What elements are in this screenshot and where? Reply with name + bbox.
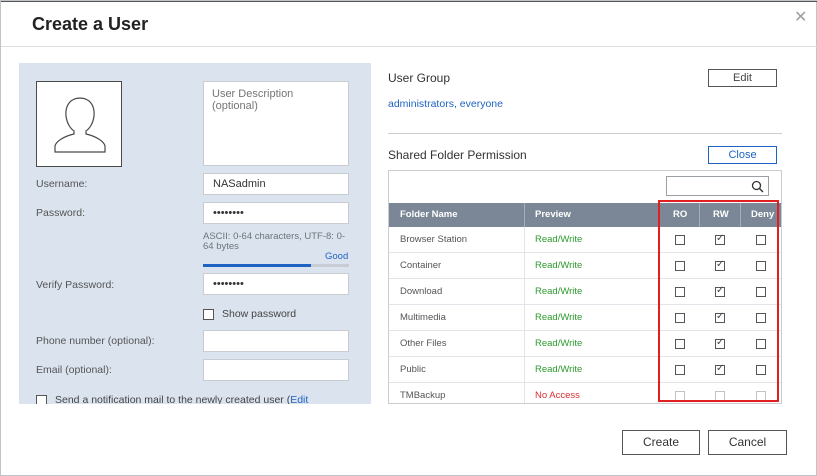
show-password-checkbox[interactable]: [203, 309, 214, 320]
create-button[interactable]: Create: [622, 430, 700, 455]
shared-folder-title: Shared Folder Permission: [388, 148, 527, 162]
avatar[interactable]: [36, 81, 122, 167]
cell-divider: [524, 305, 525, 331]
notify-label: Send a notification mail to the newly cr…: [55, 394, 291, 404]
password-strength-label: Good: [325, 251, 349, 262]
verify-password-input[interactable]: [203, 273, 349, 295]
dialog-title: Create a User: [32, 14, 149, 34]
folder-name-cell: Multimedia: [400, 312, 446, 323]
user-description-input[interactable]: [203, 81, 349, 166]
folder-name-cell: Download: [400, 286, 443, 297]
notify-edit-link[interactable]: Edit: [290, 394, 308, 404]
show-password-label: Show password: [222, 308, 297, 320]
cell-divider: [524, 279, 525, 305]
user-group-edit-button[interactable]: Edit: [708, 69, 777, 87]
search-icon: [751, 180, 764, 193]
phone-input[interactable]: [203, 330, 349, 352]
email-label: Email (optional):: [36, 364, 112, 376]
column-divider: [524, 203, 525, 227]
preview-cell: Read/Write: [535, 364, 583, 375]
preview-cell: Read/Write: [535, 338, 583, 349]
username-input[interactable]: [203, 173, 349, 195]
preview-cell: Read/Write: [535, 260, 583, 271]
folder-name-cell: Public: [400, 364, 426, 375]
user-info-panel: Username: Password: ASCII: 0-64 characte…: [19, 63, 371, 404]
top-border: [1, 1, 817, 2]
close-icon[interactable]: ✕: [794, 7, 807, 27]
cell-divider: [524, 357, 525, 383]
user-group-list-link[interactable]: administrators, everyone: [388, 98, 503, 110]
cell-divider: [524, 253, 525, 279]
password-label: Password:: [36, 207, 86, 219]
cell-divider: [524, 383, 525, 403]
username-label: Username:: [36, 178, 88, 190]
user-silhouette-icon: [54, 97, 106, 153]
permission-highlight-box: [658, 200, 779, 402]
phone-label: Phone number (optional):: [36, 335, 155, 347]
verify-password-label: Verify Password:: [36, 279, 115, 291]
password-strength-bar: [203, 264, 349, 267]
password-hint: ASCII: 0-64 characters, UTF-8: 0-64 byte…: [203, 231, 346, 252]
folder-name-cell: Browser Station: [400, 234, 468, 245]
folder-name-cell: Container: [400, 260, 442, 271]
password-input[interactable]: [203, 202, 349, 224]
notify-checkbox[interactable]: [36, 395, 47, 404]
section-divider: [388, 133, 782, 134]
title-divider: [1, 46, 817, 47]
cancel-button[interactable]: Cancel: [708, 430, 787, 455]
cell-divider: [524, 331, 525, 357]
folder-name-cell: TMBackup: [400, 390, 446, 401]
notify-text: Send a notification mail to the newly cr…: [55, 394, 308, 404]
password-strength-fill: [203, 264, 312, 267]
preview-cell: Read/Write: [535, 286, 583, 297]
preview-cell: No Access: [535, 390, 580, 401]
create-user-dialog: Create a User ✕ Username: Password: ASCI…: [0, 0, 817, 476]
shared-folder-close-button[interactable]: Close: [708, 146, 777, 164]
preview-cell: Read/Write: [535, 234, 583, 245]
folder-name-cell: Other Files: [400, 338, 447, 349]
cell-divider: [524, 227, 525, 253]
column-folder-name[interactable]: Folder Name: [400, 203, 458, 227]
preview-cell: Read/Write: [535, 312, 583, 323]
folder-search-input[interactable]: [666, 176, 769, 196]
user-group-title: User Group: [388, 71, 451, 85]
column-preview[interactable]: Preview: [535, 203, 571, 227]
email-input[interactable]: [203, 359, 349, 381]
